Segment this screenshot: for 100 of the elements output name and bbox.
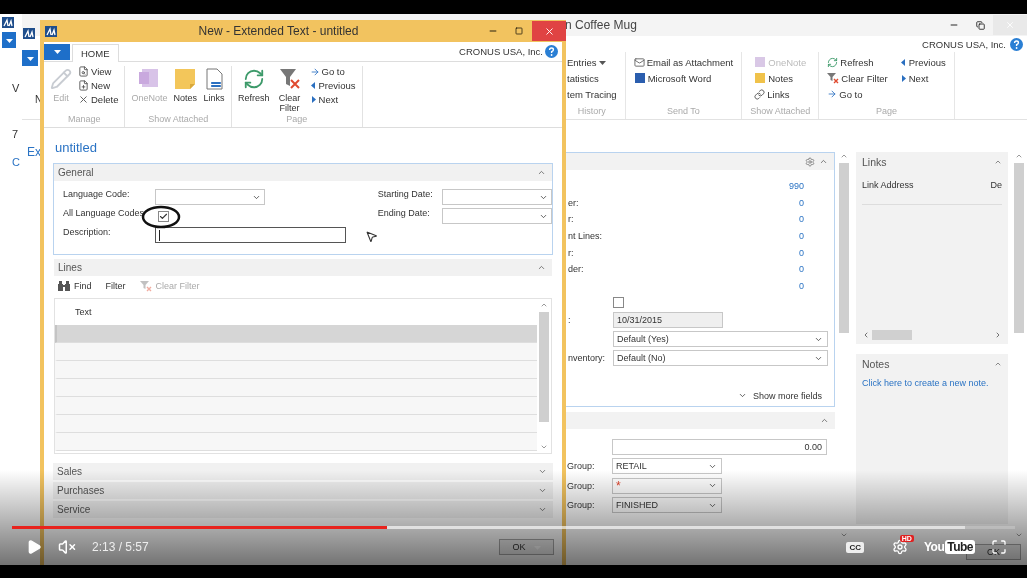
ribbon-action[interactable]: tem Tracing	[567, 86, 617, 102]
checkbox[interactable]	[158, 210, 169, 222]
edge-text: C	[11, 156, 21, 168]
dropdown-field[interactable]: Default (Yes)	[613, 331, 828, 348]
expand-caret-icon[interactable]	[538, 505, 547, 514]
clear-filter-icon	[278, 68, 301, 90]
ribbon-button[interactable]: Clear Filter	[275, 66, 304, 114]
ribbon-action[interactable]: Email as Attachment	[633, 54, 734, 70]
ok-button[interactable]: OK	[499, 539, 554, 555]
page-heading: untitled	[55, 140, 98, 155]
date-field[interactable]: 10/31/2015	[613, 312, 723, 329]
field-label: Group:	[566, 500, 596, 510]
help-icon[interactable]	[545, 45, 558, 58]
ribbon-action[interactable]: Microsoft Word	[633, 70, 734, 86]
company-name: CRONUS USA, Inc.	[922, 38, 1006, 50]
collapsed-fasttab[interactable]: Purchases	[53, 482, 553, 499]
ribbon-action[interactable]: Next	[309, 94, 356, 105]
ribbon-action[interactable]: Delete	[78, 94, 119, 105]
dropdown-field[interactable]	[441, 208, 552, 224]
binoculars-icon	[58, 281, 70, 291]
collapse-caret-icon[interactable]	[994, 360, 1002, 368]
ribbon-action[interactable]: Go to	[827, 86, 888, 102]
captions-button[interactable]: CC	[846, 541, 864, 553]
collapse-caret-icon[interactable]	[819, 157, 828, 166]
chevron-up-icon	[1015, 152, 1023, 160]
ribbon-action[interactable]: Previous	[899, 54, 946, 70]
dropdown-field[interactable]	[155, 189, 265, 205]
dropdown-icon	[5, 36, 13, 44]
ribbon-action[interactable]: Refresh	[827, 54, 888, 70]
menu-button[interactable]	[44, 43, 70, 60]
ribbon-action[interactable]: Next	[899, 70, 946, 86]
dropdown-field[interactable]: RETAIL	[612, 458, 722, 474]
settings-icon[interactable]	[805, 156, 815, 167]
field-label: nventory:	[567, 353, 607, 364]
description-field[interactable]	[155, 227, 346, 243]
collapse-caret-icon[interactable]	[537, 263, 546, 272]
muted-volume-icon[interactable]	[58, 538, 76, 556]
scrollbar[interactable]	[1013, 152, 1025, 539]
field-label: All Language Codes	[63, 208, 146, 220]
settings-icon[interactable]	[891, 539, 908, 555]
ribbon-action[interactable]: Clear Filter	[827, 70, 888, 86]
expand-caret-icon[interactable]	[538, 467, 547, 476]
next-icon	[899, 74, 907, 82]
ribbon-button[interactable]: Notes	[173, 66, 197, 114]
field-label: er:	[567, 197, 580, 208]
collapsed-fasttab[interactable]: Sales	[53, 463, 553, 480]
edge-text: 7	[11, 128, 20, 140]
checkbox[interactable]	[613, 296, 624, 308]
app-logo-icon	[45, 25, 57, 37]
edge-text: V	[11, 82, 21, 94]
ribbon-action[interactable]: Notes	[754, 70, 807, 86]
show-more-fields-button[interactable]: Show more fields	[731, 389, 828, 402]
ribbon-button[interactable]: Refresh	[238, 66, 270, 114]
company-name: CRONUS USA, Inc.	[459, 46, 543, 57]
amount-field[interactable]: 0.00	[612, 438, 827, 455]
chevron-down-icon	[708, 481, 717, 490]
menu-button[interactable]	[2, 32, 16, 48]
ribbon-tab[interactable]: HOME	[72, 44, 119, 62]
new-icon	[78, 80, 89, 91]
delete-icon	[78, 94, 89, 105]
pencil-icon	[50, 68, 72, 90]
field-label: Ending Date:	[377, 208, 431, 220]
expand-caret-icon[interactable]	[538, 486, 547, 495]
dropdown-field[interactable]: FINISHED	[612, 497, 722, 513]
help-icon[interactable]	[1010, 37, 1023, 51]
play-icon[interactable]	[26, 539, 42, 555]
ribbon-button[interactable]: Links	[203, 66, 225, 114]
menu-button[interactable]	[22, 50, 38, 66]
ribbon-action[interactable]: View	[78, 66, 119, 77]
field-label: Description:	[63, 227, 112, 239]
field-value: 0	[799, 264, 804, 275]
dropdown-field[interactable]	[441, 189, 552, 205]
scrollbar[interactable]	[538, 301, 550, 451]
ribbon-action[interactable]: Previous	[309, 80, 356, 91]
clear-filter-icon	[139, 280, 152, 292]
fasttab-title: General	[58, 167, 94, 178]
mouse-cursor-icon	[365, 230, 378, 243]
maximize-icon	[515, 27, 523, 35]
dialog-title: New - Extended Text - untitled	[197, 24, 360, 38]
collapse-caret-icon[interactable]	[537, 168, 546, 177]
dropdown-field[interactable]: Default (No)	[613, 350, 828, 367]
horizontal-scrollbar[interactable]	[862, 330, 1002, 340]
ribbon-action[interactable]: Links	[754, 86, 807, 102]
field-label: r:	[567, 247, 575, 258]
ribbon-action[interactable]: Entries	[567, 54, 617, 70]
toolbar-button[interactable]: Filter	[105, 281, 126, 291]
scrollbar[interactable]	[838, 152, 850, 539]
ribbon-action[interactable]: tatistics	[567, 70, 617, 86]
toolbar-button[interactable]: Find	[58, 281, 92, 291]
ribbon-action[interactable]: New	[78, 80, 119, 91]
dropdown-icon	[53, 48, 61, 55]
dropdown-icon	[26, 54, 34, 62]
collapsed-fasttab[interactable]: Service	[53, 501, 553, 518]
link-icon	[754, 88, 766, 100]
collapse-caret-icon[interactable]	[994, 158, 1002, 166]
column-header: Link Address	[862, 180, 914, 190]
dropdown-field[interactable]: *	[612, 477, 722, 494]
create-note-link[interactable]: Click here to create a new note.	[862, 378, 1002, 388]
ribbon-action[interactable]: Go to	[309, 66, 356, 77]
chevron-up-icon	[840, 152, 848, 160]
